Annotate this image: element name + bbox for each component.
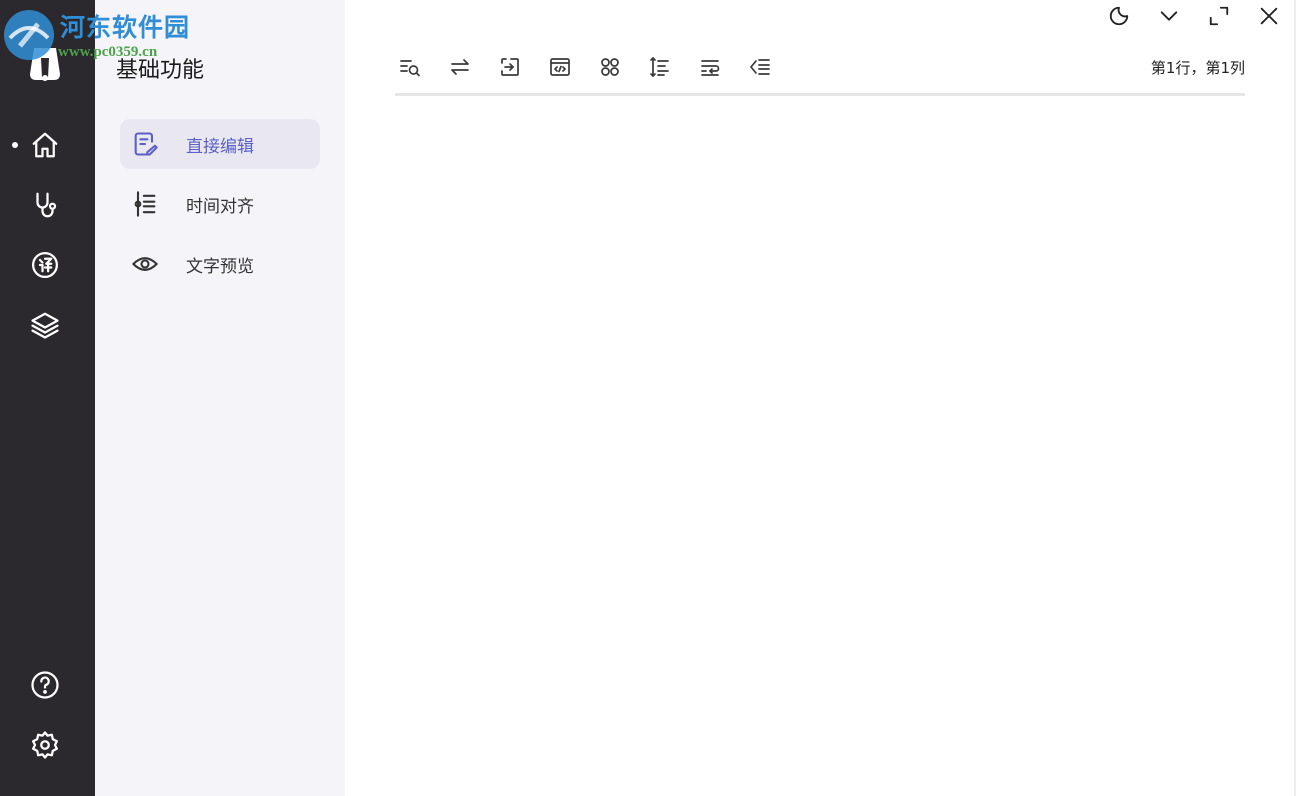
theme-moon-icon [1109,6,1129,26]
code-icon [550,58,570,76]
theme-toggle-button[interactable] [1107,4,1131,28]
layers-icon [31,312,59,339]
translate-icon [32,252,58,278]
app-rail [0,0,95,796]
grid-icon [601,58,619,76]
insert-icon [501,58,519,76]
wrap-button[interactable] [697,54,723,80]
feature-sidebar: 基础功能 直接编辑 时间对齐 文字预览 [95,0,345,796]
rail-check-button[interactable] [27,187,63,223]
swap-button[interactable] [447,54,473,80]
rail-help-button[interactable] [27,667,63,703]
edit-icon [130,129,160,159]
minimize-button[interactable] [1157,4,1181,28]
align-time-button[interactable] [647,54,673,80]
sidebar-item-label: 直接编辑 [186,136,254,157]
swap-icon [451,59,469,75]
code-button[interactable] [547,54,573,80]
maximize-button[interactable] [1207,4,1231,28]
home-icon [32,132,58,158]
outdent-button[interactable] [747,54,773,80]
insert-button[interactable] [497,54,523,80]
editor-area[interactable] [395,100,1245,780]
find-icon [400,60,420,77]
eye-icon [130,249,160,279]
close-icon [1260,7,1278,25]
rail-settings-button[interactable] [27,727,63,763]
stethoscope-icon [36,192,57,218]
toolbar-divider [395,93,1245,96]
wrap-icon [701,60,720,76]
close-button[interactable] [1257,4,1281,28]
rail-translate-button[interactable] [27,247,63,283]
timeline-icon [130,189,160,219]
cursor-position: 第1行，第1列 [1150,59,1245,77]
sidebar-item-time-align[interactable]: 时间对齐 [120,179,320,229]
maximize-icon [1209,6,1229,26]
help-icon [31,671,59,699]
find-replace-button[interactable] [397,54,423,80]
outdent-icon [750,59,770,75]
active-indicator [12,142,18,148]
app-logo-icon [30,48,60,81]
sidebar-title: 基础功能 [116,58,205,83]
settings-icon [32,731,58,759]
chevron-down-icon [1160,11,1178,21]
rail-home-button[interactable] [27,127,63,163]
sidebar-item-label: 文字预览 [186,256,254,277]
rail-layers-button[interactable] [27,307,63,343]
align-time-icon [650,57,669,77]
grid-button[interactable] [597,54,623,80]
sidebar-item-direct-edit[interactable]: 直接编辑 [120,119,320,169]
sidebar-item-label: 时间对齐 [186,196,254,217]
sidebar-item-text-preview[interactable]: 文字预览 [120,239,320,289]
